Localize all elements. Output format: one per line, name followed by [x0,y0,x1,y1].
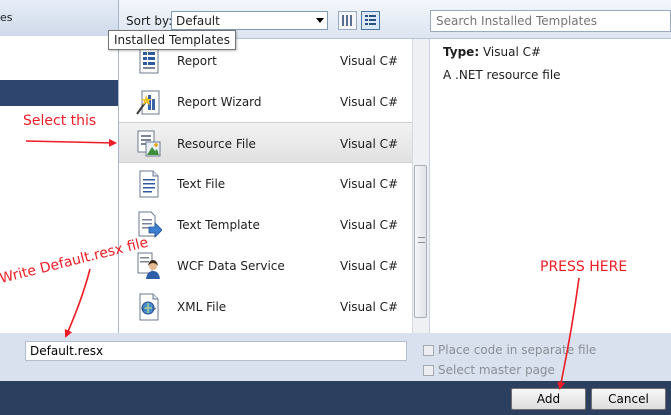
template-row-wcf-data-service[interactable]: WCF Data Service Visual C# [119,245,412,286]
category-tree-header-label: es [0,11,13,24]
template-row-report-wizard[interactable]: Report Wizard Visual C# [119,81,412,122]
template-row-text-template[interactable]: Text Template Visual C# [119,204,412,245]
category-tree-selected-item[interactable] [0,80,118,106]
separate-file-checkbox[interactable] [423,345,434,356]
xml-file-icon: < > [139,293,159,321]
template-language: Visual C# [340,300,399,314]
template-name: Report [177,54,217,68]
sort-by-label: Sort by: [126,14,173,28]
small-icons-view-button[interactable] [338,11,357,30]
template-row-xml-file[interactable]: < > XML File Visual C# [119,286,412,327]
svg-text:<: < [141,305,145,313]
sort-by-value: Default [176,14,220,28]
template-language: Visual C# [340,177,399,191]
template-name: Resource File [177,137,256,151]
search-input[interactable] [431,11,653,31]
template-description: A .NET resource file [443,68,561,82]
template-type-label: Type: [443,45,480,59]
template-name: WCF Data Service [177,259,285,273]
installed-templates-tooltip: Installed Templates [108,30,236,50]
master-page-label: Select master page [438,363,555,377]
template-language: Visual C# [340,95,399,109]
list-view-icon [365,15,376,25]
wcf-data-service-icon [137,252,160,279]
template-list[interactable]: Report Visual C# Report Wizard Visual C#… [119,39,412,333]
search-box[interactable] [430,10,671,32]
category-tree-header [0,0,118,36]
template-language: Visual C# [340,259,399,273]
small-icons-grid-icon [342,15,352,26]
add-button[interactable]: Add [511,388,586,410]
resource-file-icon [137,130,161,157]
template-name: Report Wizard [177,95,262,109]
template-language: Visual C# [340,218,399,232]
scrollbar-grip-icon [418,237,425,243]
text-template-icon [138,211,162,238]
template-details-pane: Type: Visual C# A .NET resource file [429,39,671,333]
template-row-text-file[interactable]: Text File Visual C# [119,163,412,204]
master-page-checkbox[interactable] [423,365,434,376]
file-name-input[interactable] [25,341,407,361]
template-name: Text File [177,177,226,191]
annotation-press-here: PRESS HERE [540,259,628,275]
report-wizard-icon [136,90,160,115]
scrollbar-thumb[interactable] [414,165,427,318]
medium-icons-view-button[interactable] [361,11,380,30]
template-row-resource-file[interactable]: Resource File Visual C# [119,122,412,163]
template-list-scrollbar[interactable] [412,39,429,333]
template-language: Visual C# [340,137,399,151]
separate-file-label: Place code in separate file [438,343,597,357]
text-file-icon [139,170,159,198]
sort-by-dropdown[interactable]: Default [171,11,328,30]
template-name: XML File [177,300,227,314]
template-name: Text Template [177,218,260,232]
template-type-line: Type: Visual C# [443,45,541,59]
template-type-value: Visual C# [482,45,542,59]
template-language: Visual C# [340,54,399,68]
annotation-select-this: Select this [23,113,97,129]
report-icon [139,47,159,74]
chevron-down-icon [316,18,324,23]
cancel-button[interactable]: Cancel [591,388,666,410]
svg-text:>: > [152,305,156,313]
